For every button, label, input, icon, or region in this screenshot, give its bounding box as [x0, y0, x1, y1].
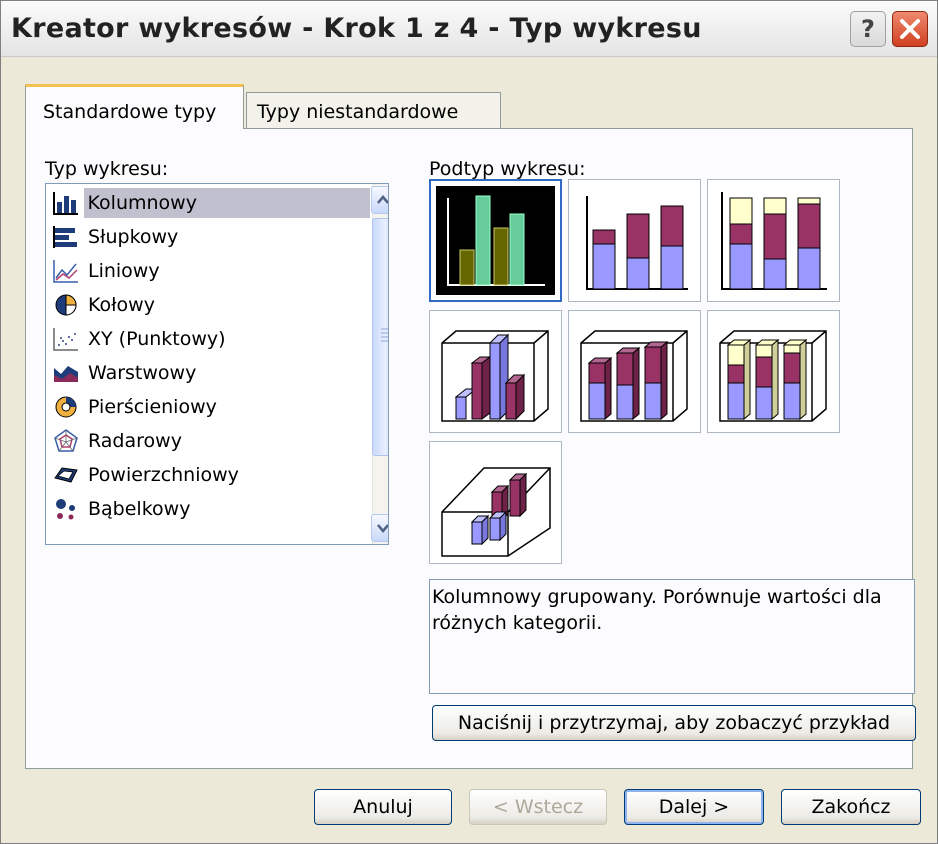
list-item-warstwowy[interactable]: Warstwowy [48, 356, 370, 390]
tab-custom-types[interactable]: Typy niestandardowe [246, 92, 501, 129]
chart-type-list[interactable]: Kolumnowy Słupkowy Liniowy Kołowy XY (Pu… [45, 183, 389, 545]
list-item-label: Liniowy [88, 260, 160, 282]
list-item-label: Powierzchniowy [88, 464, 239, 486]
close-icon [900, 19, 920, 39]
subtype-3d-clustered-column[interactable] [429, 310, 562, 433]
percent-stacked-column-thumbnail [721, 192, 827, 290]
list-item-radarowy[interactable]: Radarowy [48, 424, 370, 458]
back-button-label: < Wstecz [492, 796, 584, 818]
tab-standard-types[interactable]: Standardowe typy [25, 84, 244, 129]
chart-type-label-text: Typ wykresu: [45, 158, 169, 180]
list-item-label: Kolumnowy [83, 188, 370, 218]
3d-column-thumbnail [441, 467, 551, 557]
surface-chart-icon [48, 458, 84, 492]
scatter-chart-icon [48, 322, 84, 356]
list-item-pierscieniowy[interactable]: Pierścieniowy [48, 390, 370, 424]
list-item-label: Słupkowy [88, 226, 179, 248]
finish-button-label: Zakończ [811, 796, 891, 818]
press-and-hold-preview-button[interactable]: Naciśnij i przytrzymaj, aby zobaczyć prz… [432, 705, 916, 741]
close-button[interactable] [892, 11, 928, 47]
3d-percent-stacked-column-thumbnail [719, 330, 827, 422]
chevron-down-icon [377, 524, 388, 533]
scroll-down-button[interactable] [371, 514, 388, 542]
subtype-description: Kolumnowy grupowany. Porównuje wartości … [429, 579, 915, 694]
chart-wizard-dialog: Kreator wykresów - Krok 1 z 4 - Typ wykr… [0, 0, 938, 844]
list-item-liniowy[interactable]: Liniowy [48, 254, 370, 288]
chart-type-label: Typ wykresu: [45, 158, 168, 180]
preview-button-label: Naciśnij i przytrzymaj, aby zobaczyć prz… [457, 712, 891, 734]
back-button[interactable]: < Wstecz [469, 789, 607, 825]
pie-chart-icon [48, 288, 84, 322]
list-item-label: Pierścieniowy [88, 396, 217, 418]
3d-stacked-column-thumbnail [580, 330, 688, 422]
scroll-thumb[interactable] [372, 218, 388, 456]
list-item-powierzchniowy[interactable]: Powierzchniowy [48, 458, 370, 492]
next-button-label: Dalej > [658, 796, 730, 818]
subtype-clustered-column[interactable] [429, 179, 562, 302]
list-item-kolumnowy[interactable]: Kolumnowy [48, 186, 370, 220]
grip-icon [381, 328, 388, 342]
doughnut-chart-icon [48, 390, 84, 424]
subtype-label: Podtyp wykresu: [429, 158, 585, 180]
list-item-kolowy[interactable]: Kołowy [48, 288, 370, 322]
cancel-button[interactable]: Anuluj [314, 789, 452, 825]
column-chart-icon [48, 186, 84, 220]
subtype-3d-column[interactable] [429, 441, 562, 564]
subtype-label-text: Podtyp wykresu: [429, 158, 586, 180]
title-bar[interactable]: Kreator wykresów - Krok 1 z 4 - Typ wykr… [1, 1, 937, 57]
list-item-label: XY (Punktowy) [88, 328, 226, 350]
3d-clustered-column-thumbnail [441, 330, 549, 422]
cancel-button-label: Anuluj [353, 796, 413, 818]
next-button[interactable]: Dalej > [624, 789, 764, 825]
help-button[interactable]: ? [850, 11, 886, 47]
scroll-up-button[interactable] [371, 186, 388, 214]
list-item-label: Radarowy [88, 430, 182, 452]
subtype-100-stacked-column[interactable] [707, 179, 840, 302]
bubble-chart-icon [48, 492, 84, 526]
list-item-xy[interactable]: XY (Punktowy) [48, 322, 370, 356]
stacked-column-thumbnail [586, 196, 688, 290]
list-item-slupkowy[interactable]: Słupkowy [48, 220, 370, 254]
line-chart-icon [48, 254, 84, 288]
window-title: Kreator wykresów - Krok 1 z 4 - Typ wykr… [11, 13, 702, 44]
subtype-stacked-column[interactable] [568, 179, 701, 302]
list-scrollbar[interactable] [371, 184, 388, 544]
clustered-column-thumbnail [436, 186, 555, 295]
list-item-label: Kołowy [88, 294, 155, 316]
subtype-3d-100-stacked-column[interactable] [707, 310, 840, 433]
list-item-label: Bąbelkowy [88, 498, 191, 520]
area-chart-icon [48, 356, 84, 390]
radar-chart-icon [48, 424, 84, 458]
finish-button[interactable]: Zakończ [781, 789, 921, 825]
list-item-babelkowy[interactable]: Bąbelkowy [48, 492, 370, 526]
subtype-3d-stacked-column[interactable] [568, 310, 701, 433]
chevron-up-icon [377, 195, 388, 204]
bar-chart-icon [48, 220, 84, 254]
list-item-label: Warstwowy [88, 362, 197, 384]
